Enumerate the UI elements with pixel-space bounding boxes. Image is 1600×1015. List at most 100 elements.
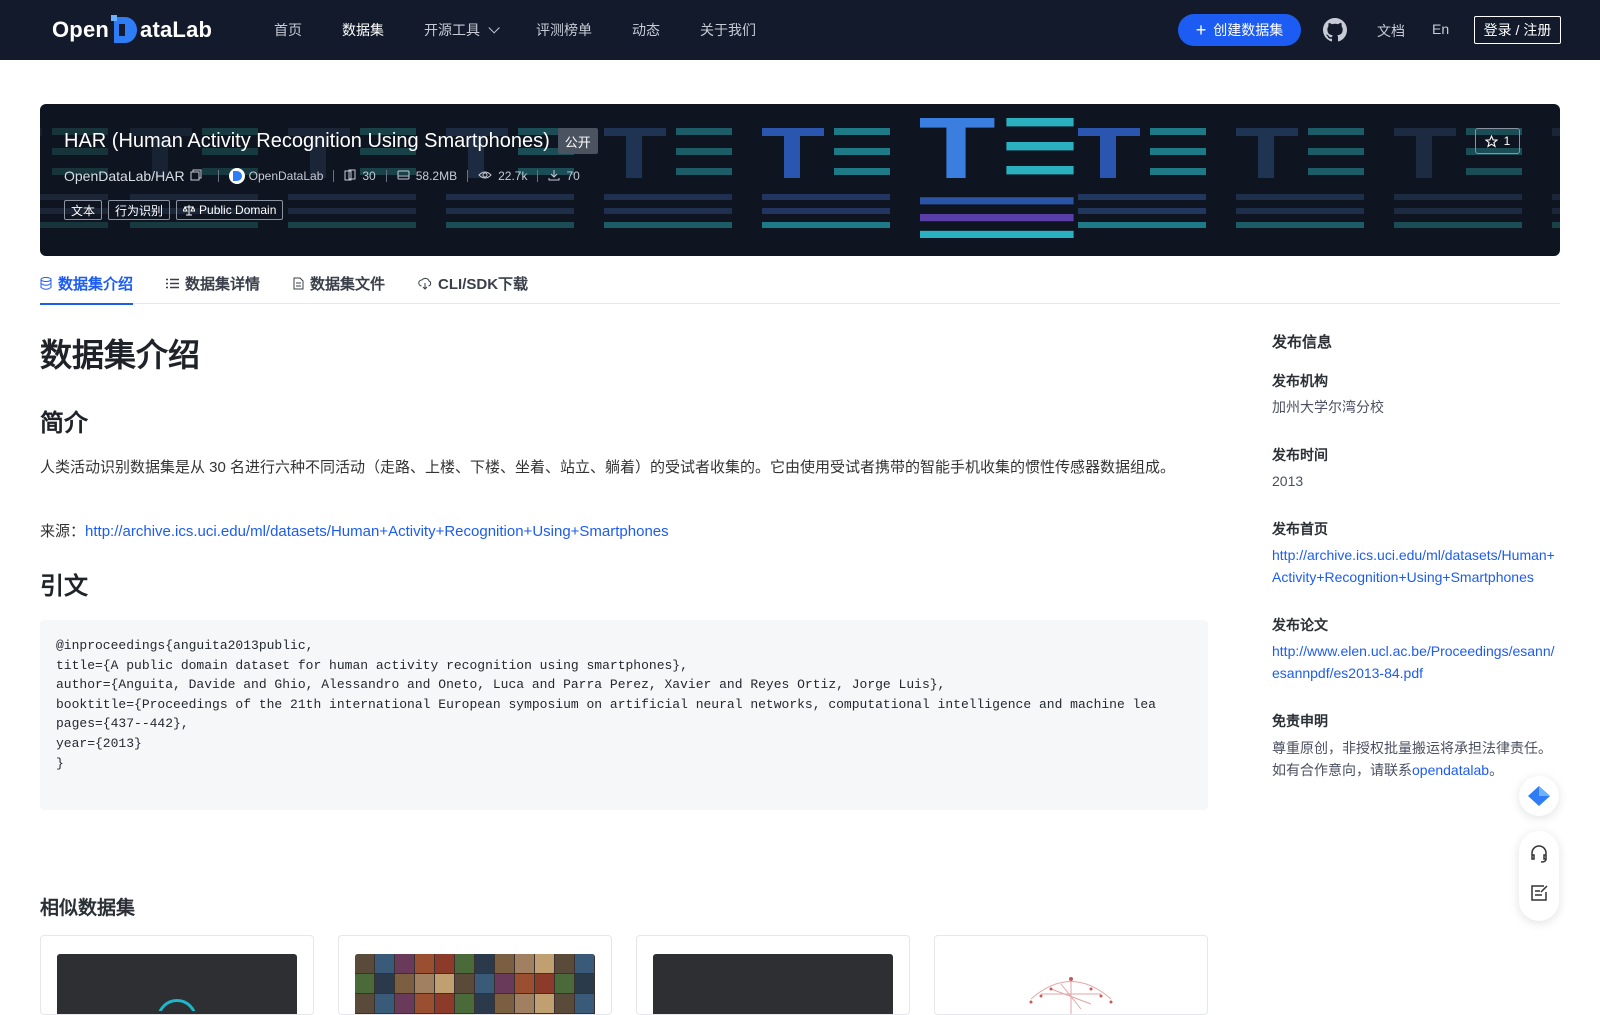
- license-name: Public Domain: [199, 203, 277, 217]
- license-tag[interactable]: Public Domain: [176, 200, 284, 220]
- pattern-shape: [1078, 222, 1206, 228]
- org-avatar: [228, 168, 245, 184]
- pattern-shape: [920, 197, 1074, 205]
- create-dataset-button[interactable]: + 创建数据集: [1178, 14, 1301, 46]
- mosaic-tile: [395, 974, 414, 993]
- pattern-shape: [834, 168, 890, 175]
- files-icon: [344, 169, 356, 184]
- mosaic-tile: [495, 954, 514, 973]
- eye-icon: [478, 169, 492, 184]
- similar-dataset-card[interactable]: [338, 935, 612, 1015]
- citation-text: @inproceedings{anguita2013public, title=…: [56, 638, 1156, 771]
- copy-icon[interactable]: [190, 169, 202, 184]
- nav-about[interactable]: 关于我们: [700, 20, 756, 40]
- star-button[interactable]: 1: [1475, 128, 1520, 154]
- mosaic-tile: [355, 954, 374, 973]
- dataset-thumbnail: [57, 954, 297, 1014]
- mosaic-tile: [515, 974, 534, 993]
- mosaic-tile: [375, 954, 394, 973]
- language-switch[interactable]: En: [1432, 21, 1449, 37]
- login-register-button[interactable]: 登录 / 注册: [1474, 16, 1561, 44]
- nav-datasets[interactable]: 数据集: [342, 20, 384, 40]
- tab-introduction[interactable]: 数据集介绍: [40, 262, 134, 305]
- paper-label: 发布论文: [1272, 617, 1328, 633]
- org-name[interactable]: OpenDataLab: [249, 169, 324, 183]
- nav-open-tools[interactable]: 开源工具: [424, 20, 500, 40]
- assistant-button[interactable]: [1519, 776, 1559, 816]
- similar-dataset-card[interactable]: [934, 935, 1208, 1015]
- nav-home[interactable]: 首页: [274, 20, 302, 40]
- dataset-thumbnail: [951, 954, 1191, 1014]
- mosaic-tile: [515, 994, 534, 1013]
- tab-files[interactable]: 数据集文件: [293, 262, 385, 304]
- pattern-shape: [1236, 222, 1364, 228]
- pattern-shape: [288, 194, 416, 200]
- pattern-shape: [1308, 168, 1364, 175]
- visibility-badge: 公开: [557, 128, 598, 154]
- homepage-link[interactable]: http://archive.ics.uci.edu/ml/datasets/H…: [1272, 544, 1562, 588]
- citation-code-block[interactable]: @inproceedings{anguita2013public, title=…: [40, 620, 1208, 810]
- pattern-shape: [1150, 128, 1206, 135]
- publish-time-label: 发布时间: [1272, 447, 1328, 463]
- mosaic-tile: [535, 974, 554, 993]
- pattern-shape: [676, 148, 732, 155]
- chevron-down-icon: [488, 22, 500, 34]
- tag-activity-recognition[interactable]: 行为识别: [108, 200, 171, 220]
- database-icon: [40, 276, 52, 290]
- nav-datasets-label: 数据集: [342, 22, 384, 38]
- mosaic-tile: [555, 954, 574, 973]
- disclaimer-label: 免责申明: [1272, 713, 1328, 729]
- pattern-shape: [676, 168, 732, 175]
- pattern-shape: [604, 222, 732, 228]
- view-count: 22.7k: [498, 169, 528, 183]
- disclaimer-contact-text: 如有合作意向，请联系: [1272, 762, 1412, 778]
- headset-icon[interactable]: [1529, 844, 1549, 869]
- mosaic-tile: [355, 974, 374, 993]
- nav-docs[interactable]: 文档: [1377, 21, 1405, 41]
- tab-cli-sdk-label: CLI/SDK下载: [438, 275, 529, 293]
- dataset-title: HAR (Human Activity Recognition Using Sm…: [64, 128, 598, 154]
- feedback-icon[interactable]: [1529, 883, 1549, 908]
- download-icon: [548, 169, 560, 184]
- pattern-shape: [1236, 194, 1364, 200]
- contact-link[interactable]: opendatalab: [1412, 762, 1489, 778]
- tag-text[interactable]: 文本: [64, 200, 103, 220]
- mosaic-tile: [435, 974, 454, 993]
- pattern-shape: [1006, 118, 1074, 127]
- dataset-size: 58.2MB: [415, 169, 458, 183]
- mosaic-tile: [555, 994, 574, 1013]
- source-link[interactable]: http://archive.ics.uci.edu/ml/datasets/H…: [85, 523, 669, 540]
- divider: [217, 170, 219, 182]
- similar-dataset-card[interactable]: [40, 935, 314, 1015]
- mosaic-tile: [535, 954, 554, 973]
- nav-open-tools-label: 开源工具: [424, 22, 480, 38]
- tab-cli-sdk[interactable]: CLI/SDK下载: [418, 262, 528, 304]
- opendatalab-logo[interactable]: Open ataLab: [52, 14, 212, 46]
- pattern-shape: [762, 194, 890, 200]
- pattern-shape: [1394, 222, 1522, 228]
- mosaic-tile: [575, 954, 594, 973]
- mosaic-tile: [575, 994, 594, 1013]
- nav-leaderboard[interactable]: 评测榜单: [536, 20, 592, 40]
- main-menu: 首页 数据集 开源工具 评测榜单 动态 关于我们: [274, 0, 796, 60]
- pattern-shape: [834, 128, 890, 135]
- pattern-shape: [1006, 166, 1074, 175]
- pattern-shape: [1006, 142, 1074, 151]
- tab-introduction-label: 数据集介绍: [58, 275, 134, 293]
- dataset-path: OpenDataLab/HAR: [64, 168, 185, 184]
- mosaic-tile: [415, 974, 434, 993]
- dataset-thumbnail: [355, 954, 595, 1014]
- mosaic-tile: [455, 974, 474, 993]
- mosaic-tile: [535, 994, 554, 1013]
- github-icon[interactable]: [1323, 18, 1347, 42]
- tab-details[interactable]: 数据集详情: [166, 262, 260, 304]
- nav-news[interactable]: 动态: [632, 20, 660, 40]
- pattern-shape: [1416, 128, 1432, 178]
- pattern-shape: [1552, 208, 1560, 214]
- similar-dataset-card[interactable]: [636, 935, 910, 1015]
- pattern-shape: [676, 128, 732, 135]
- paper-link[interactable]: http://www.elen.ucl.ac.be/Proceedings/es…: [1272, 640, 1562, 684]
- mosaic-tile: [375, 994, 394, 1013]
- pattern-shape: [40, 222, 108, 228]
- pattern-shape: [1552, 194, 1560, 200]
